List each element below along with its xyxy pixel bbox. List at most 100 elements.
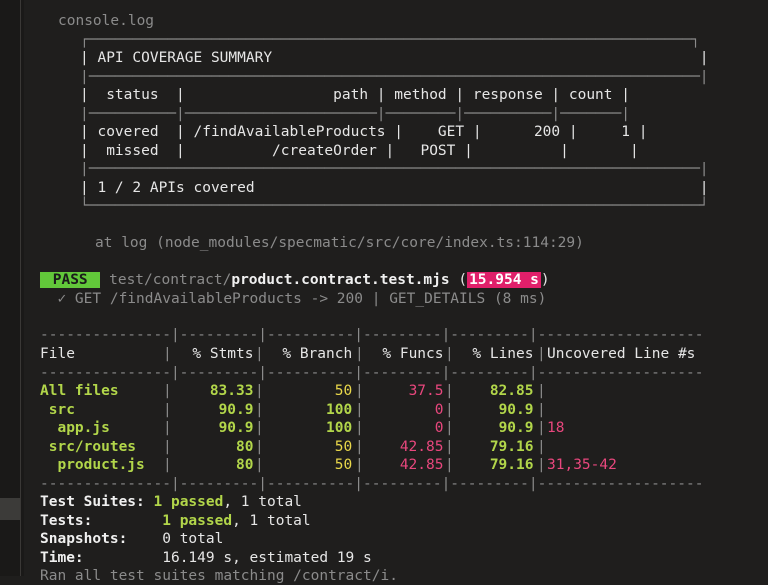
coverage-cell-funcs: 0 (434, 401, 444, 418)
coverage-cell-file: product.js (40, 457, 145, 474)
coverage-cell-branch: 100 (326, 401, 353, 418)
test-result-line: PASS test/contract/product.contract.test… (40, 271, 550, 289)
tests-label: Tests: (40, 513, 93, 529)
test-path-prefix: test/contract/ (100, 272, 232, 288)
coverage-cell-stmts: 83.33 (209, 383, 254, 399)
coverage-column-divider: | (537, 420, 546, 437)
coverage-cell-file: src/routes (40, 438, 137, 455)
coverage-cell-funcs: 42.85 (399, 438, 444, 455)
api-table-summary: | 1 / 2 APIs covered | (80, 180, 709, 196)
coverage-cell-branch: 50 (334, 438, 353, 455)
time-label: Time: (40, 550, 84, 566)
coverage-header-file: File (40, 346, 75, 362)
coverage-column-divider: | (255, 383, 264, 399)
coverage-column-divider: | (445, 346, 454, 362)
coverage-column-divider: | (355, 346, 364, 362)
coverage-header-branch: % Branch (282, 346, 353, 362)
stack-trace: at log (node_modules/specmatic/src/core/… (95, 235, 584, 251)
editor-gutter (0, 0, 24, 576)
coverage-column-divider: | (445, 401, 454, 418)
suites-passed: 1 passed (153, 494, 224, 510)
duration-badge: 15.954 s (467, 272, 541, 288)
coverage-column-divider: | (355, 383, 364, 399)
api-table-header: | status | path | method | response | co… (80, 87, 630, 103)
summary-time: Time: 16.149 s, estimated 19 s (40, 549, 372, 567)
coverage-column-divider: | (445, 438, 454, 455)
coverage-header-uncovered: Uncovered Line #s (547, 346, 696, 362)
coverage-cell-funcs: 42.85 (399, 457, 444, 474)
coverage-cell-stmts: 90.9 (218, 420, 254, 437)
api-table-border-bottom: └───────────────────────────────────────… (80, 198, 709, 214)
summary-tests: Tests: 1 passed, 1 total (40, 512, 311, 530)
coverage-cell-stmts: 90.9 (218, 401, 254, 418)
coverage-header-funcs: % Funcs (382, 346, 444, 362)
coverage-cell-file: All files (40, 383, 119, 399)
coverage-column-divider: | (537, 383, 546, 399)
coverage-column-divider: | (445, 457, 454, 474)
summary-snapshots: Snapshots: 0 total (40, 530, 223, 548)
coverage-cell-funcs: 37.5 (408, 383, 444, 399)
snapshots-value: 0 total (162, 531, 224, 547)
coverage-column-divider: | (163, 420, 172, 437)
api-table-border-top: ┌───────────────────────────────────────… (80, 32, 700, 48)
coverage-cell-lines: 90.9 (498, 401, 534, 418)
coverage-cell-stmts: 80 (236, 457, 254, 474)
test-check-text: ✓ GET /findAvailableProducts -> 200 | GE… (40, 291, 547, 307)
summary-suites: Test Suites: 1 passed, 1 total (40, 493, 302, 511)
time-value: 16.149 s, estimated 19 s (162, 550, 372, 566)
coverage-column-divider: | (355, 457, 364, 474)
coverage-column-divider: | (163, 346, 172, 362)
api-table-separator: |───────────────────────────────────────… (80, 69, 709, 85)
coverage-cell-uncovered: 31,35-42 (547, 457, 617, 474)
coverage-cell-lines: 79.16 (489, 438, 534, 455)
coverage-column-divider: | (163, 401, 172, 418)
coverage-column-divider: | (163, 438, 172, 455)
coverage-column-divider: | (445, 420, 454, 437)
coverage-column-divider: | (163, 383, 172, 399)
coverage-rule-bottom: ---------------|---------|----------|---… (40, 476, 704, 492)
summary-ran-line: Ran all test suites matching /contract/i… (40, 568, 398, 584)
snapshots-label: Snapshots: (40, 531, 128, 547)
coverage-cell-file: app.js (40, 420, 110, 437)
paren-close: ) (540, 272, 550, 288)
gutter-marker (0, 498, 20, 520)
api-table-row: | missed | /createOrder | POST | | | (80, 143, 639, 159)
coverage-cell-file: src (40, 401, 75, 418)
api-table-row: | covered | /findAvailableProducts | GET… (80, 124, 648, 140)
coverage-column-divider: | (355, 420, 364, 437)
coverage-column-divider: | (355, 438, 364, 455)
coverage-cell-lines: 90.9 (498, 420, 534, 437)
coverage-column-divider: | (537, 346, 546, 362)
coverage-cell-lines: 82.85 (489, 383, 534, 399)
coverage-cell-branch: 50 (334, 383, 353, 399)
tests-passed: 1 passed (162, 513, 233, 529)
paren-open: ( (449, 272, 468, 288)
coverage-column-divider: | (255, 457, 264, 474)
coverage-cell-funcs: 0 (434, 420, 444, 437)
coverage-cell-branch: 50 (334, 457, 353, 474)
coverage-cell-uncovered: 18 (547, 420, 565, 437)
coverage-header-stmts: % Stmts (192, 346, 254, 362)
api-table-separator: |──────────|──────────────────────|─────… (80, 106, 630, 122)
coverage-header-lines: % Lines (472, 346, 534, 362)
coverage-column-divider: | (255, 401, 264, 418)
pass-badge: PASS (40, 272, 101, 288)
coverage-cell-branch: 100 (326, 420, 353, 437)
suites-total: , 1 total (223, 494, 302, 510)
coverage-column-divider: | (255, 346, 264, 362)
suites-label: Test Suites: (40, 494, 145, 510)
terminal-window[interactable]: console.log ┌───────────────────────────… (0, 0, 768, 584)
coverage-cell-stmts: 80 (236, 438, 254, 455)
coverage-column-divider: | (163, 457, 172, 474)
coverage-column-divider: | (445, 383, 454, 399)
coverage-cell-lines: 79.16 (489, 457, 534, 474)
coverage-column-divider: | (255, 438, 264, 455)
gutter-divider (20, 0, 21, 576)
coverage-column-divider: | (537, 438, 546, 455)
coverage-column-divider: | (537, 457, 546, 474)
coverage-rule-top: ---------------|---------|----------|---… (40, 327, 704, 343)
api-table-separator: |───────────────────────────────────────… (80, 161, 709, 177)
tests-total: , 1 total (232, 513, 311, 529)
api-table-title: | API COVERAGE SUMMARY | (80, 50, 709, 66)
coverage-rule-header: ---------------|---------|----------|---… (40, 365, 704, 381)
